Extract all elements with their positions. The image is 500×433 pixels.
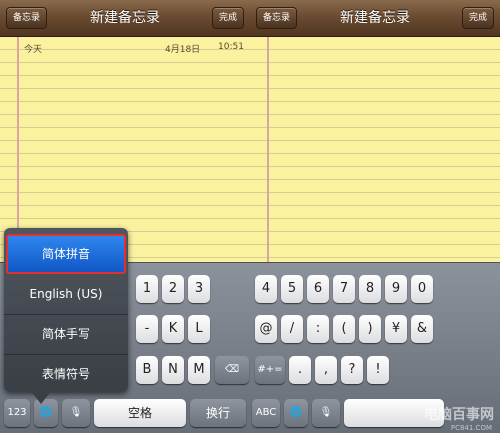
- key-k[interactable]: K: [162, 315, 184, 343]
- key-2[interactable]: 2: [162, 275, 184, 303]
- key-7[interactable]: 7: [333, 275, 355, 303]
- key-colon[interactable]: :: [307, 315, 329, 343]
- key-exclamation[interactable]: !: [367, 356, 389, 384]
- key-question[interactable]: ?: [341, 356, 363, 384]
- key-comma[interactable]: ,: [315, 356, 337, 384]
- input-method-popup: 简体拼音 English (US) 简体手写 表情符号: [4, 228, 128, 392]
- input-method-emoji[interactable]: 表情符号: [4, 354, 128, 394]
- key-close-paren[interactable]: ): [359, 315, 381, 343]
- key-3[interactable]: 3: [188, 275, 210, 303]
- key-1[interactable]: 1: [136, 275, 158, 303]
- globe-icon: 🌐: [289, 407, 303, 418]
- key-9[interactable]: 9: [385, 275, 407, 303]
- key-n[interactable]: N: [162, 356, 184, 384]
- key-slash[interactable]: /: [281, 315, 303, 343]
- mic-key[interactable]: 🎙: [62, 399, 90, 427]
- key-4[interactable]: 4: [255, 275, 277, 303]
- numbers-key[interactable]: 123: [4, 399, 30, 427]
- space-key[interactable]: 空格: [94, 399, 186, 427]
- abc-key[interactable]: ABC: [252, 399, 280, 427]
- key-6[interactable]: 6: [307, 275, 329, 303]
- mic-key[interactable]: 🎙: [312, 399, 340, 427]
- key-yen[interactable]: ¥: [385, 315, 407, 343]
- note-day-label: 今天: [24, 45, 43, 55]
- note-date: 4月18日: [165, 45, 201, 55]
- globe-key[interactable]: 🌐: [34, 399, 58, 427]
- return-key[interactable]: 换行: [190, 399, 246, 427]
- key-8[interactable]: 8: [359, 275, 381, 303]
- key-l[interactable]: L: [188, 315, 210, 343]
- key-period[interactable]: .: [289, 356, 311, 384]
- shift-symbols-key[interactable]: #+=: [255, 356, 285, 384]
- watermark-url: PC841.COM: [450, 424, 492, 432]
- nav-bar: 备忘录 新建备忘录 完成: [250, 0, 500, 37]
- key-dash[interactable]: -: [136, 315, 158, 343]
- key-0[interactable]: 0: [411, 275, 433, 303]
- done-button[interactable]: 完成: [461, 7, 494, 29]
- key-ampersand[interactable]: &: [411, 315, 433, 343]
- key-at[interactable]: @: [255, 315, 277, 343]
- microphone-icon: 🎙: [69, 407, 83, 418]
- delete-key[interactable]: ⌫: [215, 356, 249, 384]
- note-time: 10:51: [218, 42, 244, 52]
- watermark-logo: 电脑百事网: [424, 407, 494, 423]
- done-button[interactable]: 完成: [211, 7, 244, 29]
- key-b[interactable]: B: [136, 356, 158, 384]
- input-method-pinyin[interactable]: 简体拼音: [6, 234, 126, 274]
- input-method-handwriting[interactable]: 简体手写: [4, 314, 128, 355]
- input-method-english[interactable]: English (US): [4, 274, 128, 315]
- nav-bar: 备忘录 新建备忘录 完成: [0, 0, 250, 37]
- globe-key[interactable]: 🌐: [284, 399, 308, 427]
- key-5[interactable]: 5: [281, 275, 303, 303]
- key-m[interactable]: M: [188, 356, 210, 384]
- key-open-paren[interactable]: (: [333, 315, 355, 343]
- microphone-icon: 🎙: [319, 407, 333, 418]
- delete-icon: ⌫: [224, 364, 240, 375]
- globe-icon: 🌐: [39, 407, 53, 418]
